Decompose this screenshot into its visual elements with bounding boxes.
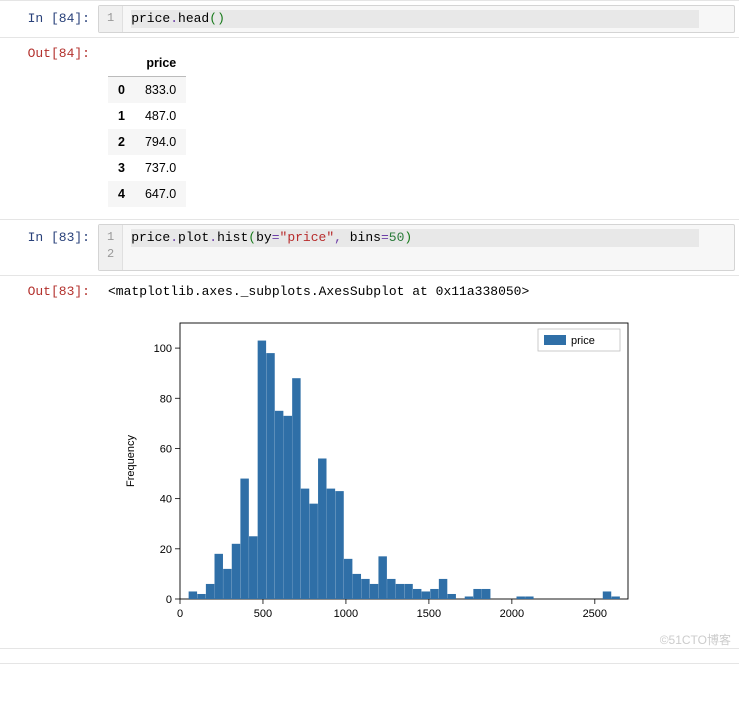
code-cell[interactable]: 12 price.plot.hist(by="price", bins=50) xyxy=(98,224,739,270)
df-index: 3 xyxy=(108,155,135,181)
histogram-chart: 02040608010005001000150020002500Frequenc… xyxy=(118,309,739,633)
output-row: Out[83]: <matplotlib.axes._subplots.Axes… xyxy=(0,278,739,645)
code-line: price.head() xyxy=(131,10,699,28)
input-cell xyxy=(0,648,739,664)
svg-text:500: 500 xyxy=(254,608,272,620)
svg-text:80: 80 xyxy=(160,393,172,405)
code-editor[interactable]: 12 price.plot.hist(by="price", bins=50) xyxy=(98,224,735,270)
line-gutter: 1 xyxy=(99,6,123,32)
df-cell: 647.0 xyxy=(135,181,186,207)
svg-text:20: 20 xyxy=(160,543,172,555)
df-corner xyxy=(108,50,135,77)
svg-text:1000: 1000 xyxy=(334,608,358,620)
table-row: 2794.0 xyxy=(108,129,186,155)
df-index: 2 xyxy=(108,129,135,155)
svg-text:1500: 1500 xyxy=(417,608,441,620)
chart-svg: 02040608010005001000150020002500Frequenc… xyxy=(118,309,638,629)
df-cell: 487.0 xyxy=(135,103,186,129)
table-row: 1487.0 xyxy=(108,103,186,129)
output-row: Out[84]: price 0833.0 1487.0 2794.0 3737… xyxy=(0,40,739,219)
repr-text: <matplotlib.axes._subplots.AxesSubplot a… xyxy=(108,284,529,299)
svg-text:2500: 2500 xyxy=(583,608,607,620)
svg-text:100: 100 xyxy=(154,343,172,355)
output-content: price 0833.0 1487.0 2794.0 3737.0 4647.0 xyxy=(98,40,739,219)
df-index: 0 xyxy=(108,77,135,104)
df-index: 4 xyxy=(108,181,135,207)
dataframe-table: price 0833.0 1487.0 2794.0 3737.0 4647.0 xyxy=(108,50,186,207)
line-gutter: 12 xyxy=(99,225,123,269)
df-cell: 737.0 xyxy=(135,155,186,181)
svg-text:Frequency: Frequency xyxy=(125,434,137,486)
svg-text:60: 60 xyxy=(160,443,172,455)
df-cell: 794.0 xyxy=(135,129,186,155)
empty-cell xyxy=(98,653,739,659)
df-index: 1 xyxy=(108,103,135,129)
table-row: 0833.0 xyxy=(108,77,186,104)
in-prompt xyxy=(0,653,98,665)
code-line: price.plot.hist(by="price", bins=50) xyxy=(131,229,699,247)
df-cell: 833.0 xyxy=(135,77,186,104)
code-line xyxy=(131,248,139,263)
out-prompt: Out[84]: xyxy=(0,40,98,219)
svg-text:0: 0 xyxy=(177,608,183,620)
svg-text:price: price xyxy=(571,335,595,347)
in-prompt: In [83]: xyxy=(0,224,98,270)
svg-text:2000: 2000 xyxy=(500,608,524,620)
output-content: <matplotlib.axes._subplots.AxesSubplot a… xyxy=(98,278,739,645)
input-cell[interactable]: In [84]: 1 price.head() xyxy=(0,0,739,38)
in-prompt: In [84]: xyxy=(0,5,98,33)
table-row: 4647.0 xyxy=(108,181,186,207)
df-col-header: price xyxy=(135,50,186,77)
out-prompt: Out[83]: xyxy=(0,278,98,645)
svg-text:0: 0 xyxy=(166,594,172,606)
table-row: 3737.0 xyxy=(108,155,186,181)
watermark: ©51CTO博客 xyxy=(0,631,739,648)
code-cell[interactable]: 1 price.head() xyxy=(98,5,739,33)
svg-text:40: 40 xyxy=(160,493,172,505)
input-cell[interactable]: In [83]: 12 price.plot.hist(by="price", … xyxy=(0,219,739,275)
code-editor[interactable]: 1 price.head() xyxy=(98,5,735,33)
